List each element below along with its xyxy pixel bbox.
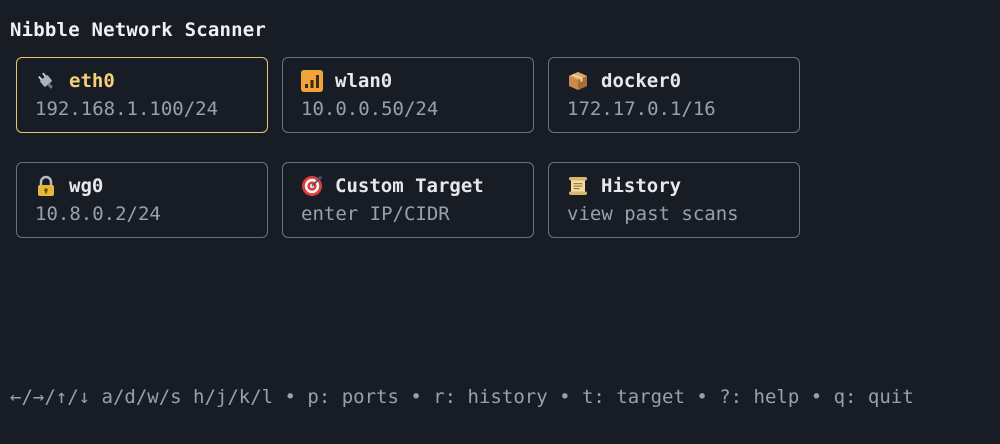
package-icon <box>567 70 589 92</box>
app-title: Nibble Network Scanner <box>10 19 267 41</box>
interface-address: 172.17.0.1/16 <box>567 98 716 120</box>
interface-name: wlan0 <box>335 70 393 92</box>
plug-icon <box>35 70 57 92</box>
interface-card-docker0[interactable]: docker0 172.17.0.1/16 <box>548 57 800 133</box>
signal-bars-icon <box>301 70 323 92</box>
keybinding-help-bar: ←/→/↑/↓ a/d/w/s h/j/k/l • p: ports • r: … <box>10 386 914 408</box>
scroll-icon <box>567 175 589 197</box>
history-card[interactable]: History view past scans <box>548 162 800 238</box>
interface-card-wlan0[interactable]: wlan0 10.0.0.50/24 <box>282 57 534 133</box>
interface-address: 10.0.0.50/24 <box>301 98 439 120</box>
card-hint: enter IP/CIDR <box>301 203 450 225</box>
lock-icon <box>35 175 57 197</box>
interface-name: wg0 <box>69 175 104 197</box>
interface-name: docker0 <box>601 70 682 92</box>
interface-card-eth0[interactable]: eth0 192.168.1.100/24 <box>16 57 268 133</box>
interface-address: 10.8.0.2/24 <box>35 203 161 225</box>
card-title: History <box>601 175 682 197</box>
card-title: Custom Target <box>335 175 484 197</box>
interface-name: eth0 <box>69 70 115 92</box>
card-hint: view past scans <box>567 203 739 225</box>
interface-card-wg0[interactable]: wg0 10.8.0.2/24 <box>16 162 268 238</box>
target-icon <box>301 175 323 197</box>
interface-address: 192.168.1.100/24 <box>35 98 219 120</box>
custom-target-card[interactable]: Custom Target enter IP/CIDR <box>282 162 534 238</box>
